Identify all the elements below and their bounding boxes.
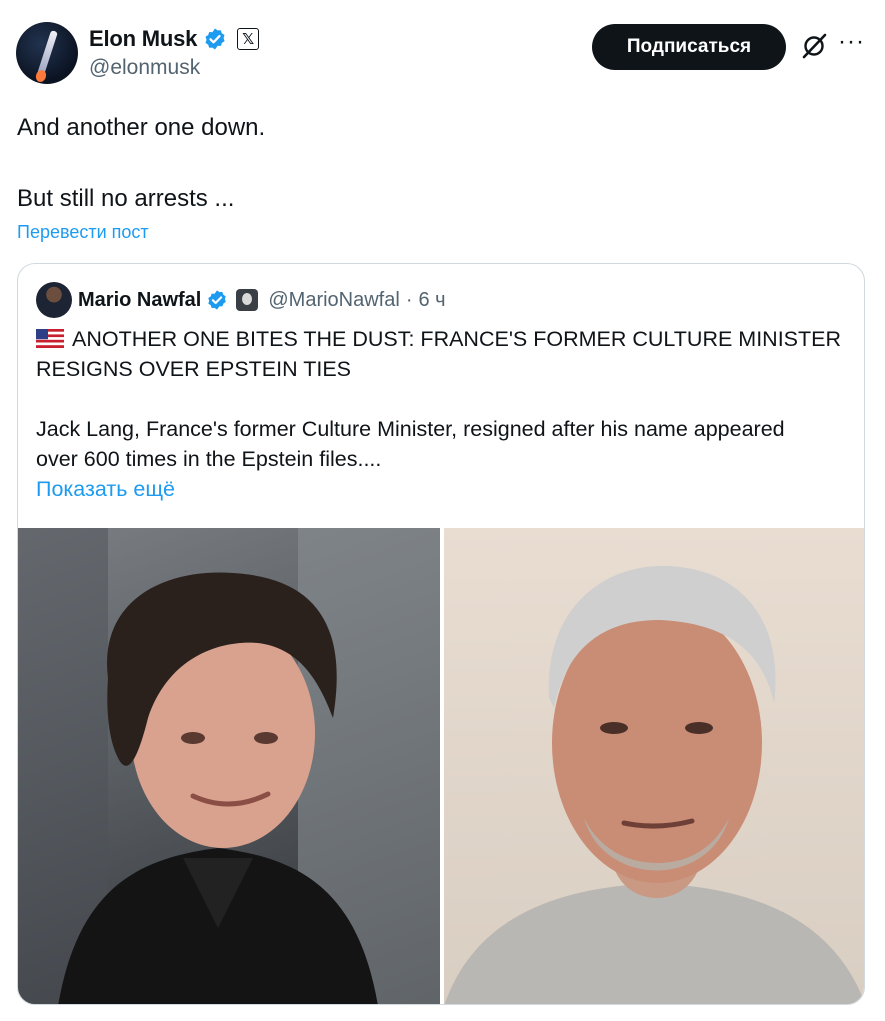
quote-body-line: over 600 times in the Epstein files.... [36,447,382,471]
tweet-line: And another one down. [17,114,266,141]
follow-button[interactable]: Подписаться [592,24,786,70]
verified-badge-icon [208,290,227,310]
author-name-row: Elon Musk 𝕏 [89,24,260,54]
verified-badge-icon [205,28,225,50]
quote-body: ANOTHER ONE BITES THE DUST: FRANCE'S FOR… [36,324,851,504]
x-logo-icon[interactable]: 𝕏 [237,28,260,50]
quote-handle[interactable]: @MarioNawfal [268,289,399,312]
quote-paragraph: Jack Lang, France's former Culture Minis… [36,414,851,504]
quote-headline-text: ANOTHER ONE BITES THE DUST: FRANCE'S FOR… [72,327,842,351]
portrait-illustration-left [18,528,440,1004]
tweet-text: And another one down. But still no arres… [17,110,265,216]
quote-display-name[interactable]: Mario Nawfal [78,289,201,312]
portrait-illustration-right [444,565,864,1004]
quote-headline-line: ANOTHER ONE BITES THE DUST: FRANCE'S FOR… [36,324,851,354]
quote-body-line: Jack Lang, France's former Culture Minis… [36,417,785,441]
portrait-photo-right[interactable] [444,528,864,1004]
tweet-line: But still no arrests ... [17,185,235,212]
author-handle[interactable]: @elonmusk [89,56,200,80]
translate-post-link[interactable]: Перевести пост [17,222,149,243]
author-display-name[interactable]: Elon Musk [89,26,197,52]
separator-dot: · [405,288,413,311]
more-icon[interactable]: ··· [838,30,865,54]
quote-headline-line: RESIGNS OVER EPSTEIN TIES [36,357,352,381]
quoted-tweet-card[interactable]: Mario Nawfal @MarioNawfal · 6 ч ANOTHER … [17,263,865,1005]
avatar[interactable] [16,22,78,84]
rocket-flame [34,68,48,84]
quote-header: Mario Nawfal @MarioNawfal · 6 ч [78,286,446,314]
grok-icon[interactable] [800,32,828,60]
quote-avatar[interactable] [36,282,72,318]
quote-timestamp[interactable]: 6 ч [418,289,445,312]
us-flag-icon [36,329,64,348]
show-more-link[interactable]: Показать ещё [36,474,851,504]
portrait-photo-left[interactable] [18,528,440,1004]
affiliate-badge-icon [236,289,259,311]
